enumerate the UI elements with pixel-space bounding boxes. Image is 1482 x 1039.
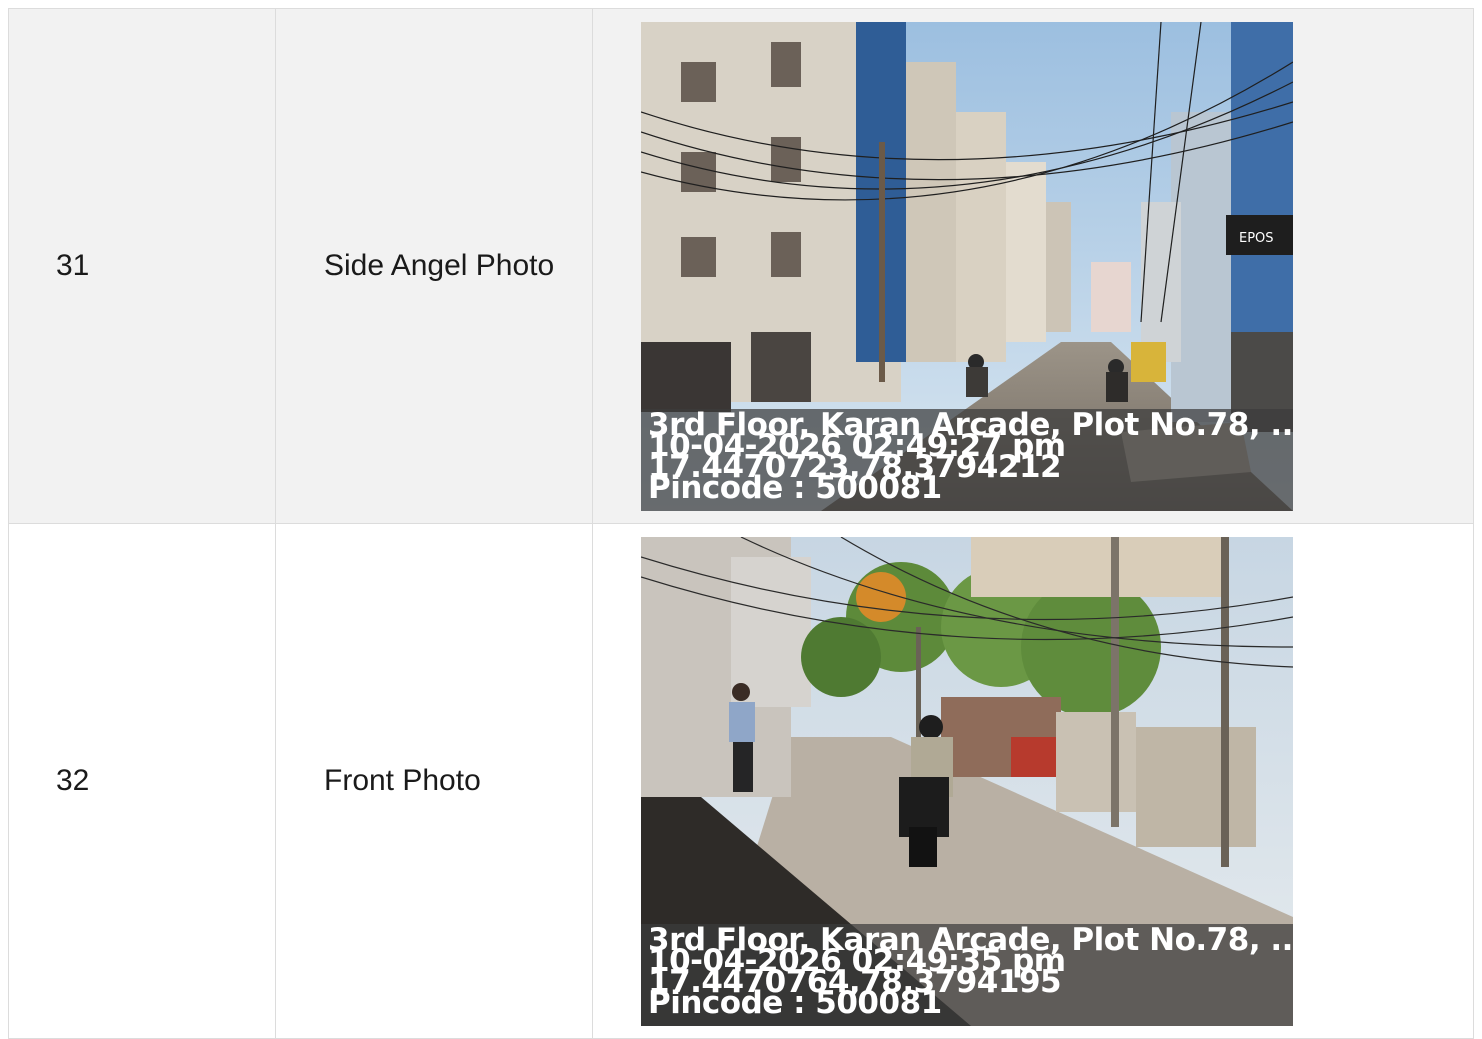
serial-number: 31 bbox=[56, 249, 90, 282]
photo-cell: EPOS 3rd Floor, Karan Arcade, Plot No.78… bbox=[592, 8, 1474, 524]
label-cell: Side Angel Photo bbox=[275, 8, 593, 524]
photo-stamp: 3rd Floor, Karan Arcade, Plot No.78, ...… bbox=[641, 408, 1293, 511]
side-angle-photo[interactable]: EPOS 3rd Floor, Karan Arcade, Plot No.78… bbox=[641, 21, 1293, 511]
photo-stamp: 3rd Floor, Karan Arcade, Plot No.78, ...… bbox=[641, 923, 1293, 1026]
sr-cell: 32 bbox=[8, 523, 276, 1039]
photo-table: 31 Side Angel Photo EPOS 3rd Floor, Kara… bbox=[8, 8, 1474, 1039]
table-row: 32 Front Photo 3rd Floor, Karan Arcade, … bbox=[8, 523, 1474, 1039]
photo-label: Side Angel Photo bbox=[324, 249, 555, 282]
table-row: 31 Side Angel Photo EPOS 3rd Floor, Kara… bbox=[8, 8, 1474, 524]
sr-cell: 31 bbox=[8, 8, 276, 524]
label-cell: Front Photo bbox=[275, 523, 593, 1039]
shop-sign-text: EPOS bbox=[1239, 231, 1274, 246]
serial-number: 32 bbox=[56, 764, 90, 797]
front-photo[interactable]: 3rd Floor, Karan Arcade, Plot No.78, ...… bbox=[641, 536, 1293, 1026]
photo-cell: 3rd Floor, Karan Arcade, Plot No.78, ...… bbox=[592, 523, 1474, 1039]
photo-label: Front Photo bbox=[324, 764, 481, 797]
